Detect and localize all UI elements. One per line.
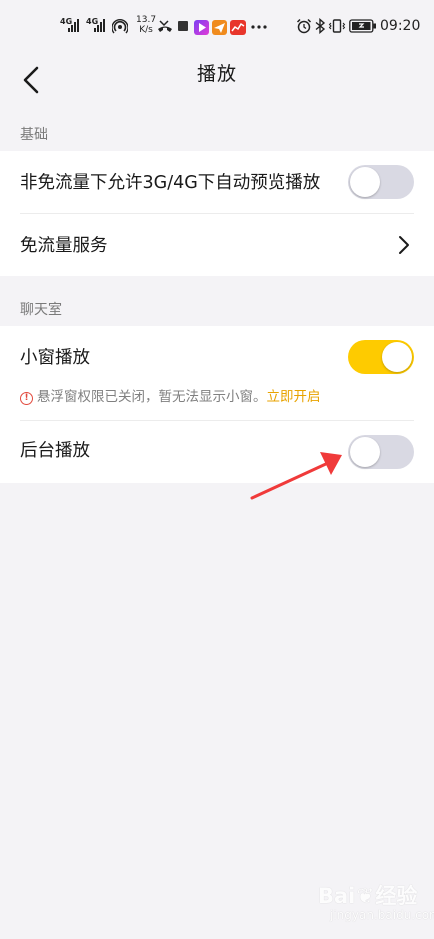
alarm-icon [296,18,312,34]
stock-app-icon [230,20,246,35]
baidu-watermark: Bai❦经验 [318,880,417,910]
top-app-bar: 播放 [0,52,434,120]
more-dots-icon [251,25,267,29]
enable-now-link[interactable]: 立即开启 [267,389,321,405]
free-data-service-label: 免流量服务 [20,236,108,256]
paw-logo-icon: ❦ [356,884,375,908]
basic-settings-card: 非免流量下允许3G/4G下自动预览播放 免流量服务 [0,151,434,276]
battery-icon [349,19,376,33]
chevron-right-icon [399,236,409,254]
network-speed-unit: K/s [139,25,153,35]
auto-preview-toggle[interactable] [348,165,414,199]
toggle-knob [350,437,380,467]
background-play-toggle[interactable] [348,435,414,469]
bluetooth-icon [315,18,326,34]
toggle-knob [350,167,380,197]
mini-window-play-toggle[interactable] [348,340,414,374]
section-label-basic: 基础 [20,127,48,143]
status-bar: 4G 4G 13.7 K/s 09:20 [0,0,434,52]
missed-call-icon [158,20,172,32]
network-speed-value: 13.7 [136,15,157,25]
setting-row-mini-window: 小窗播放 [0,326,434,388]
auto-preview-label: 非免流量下允许3G/4G下自动预览播放 [20,173,321,193]
setting-row-background-play: 后台播放 [0,421,434,483]
section-label-chatroom: 聊天室 [20,302,62,318]
status-time: 09:20 [380,18,421,34]
network-speed: 13.7 K/s [136,15,156,35]
page-title: 播放 [196,63,237,85]
watermark-brand-suffix: 经验 [375,884,418,908]
watermark-brand: Bai [318,884,356,908]
play-settings-screen: 4G 4G 13.7 K/s 09:20 播放 基础 非免流量下允许3G/4G下… [0,0,434,939]
signal-2-bars-icon [94,19,105,32]
vibrate-icon [328,19,346,33]
floating-window-permission-notice: ! 悬浮窗权限已关闭，暂无法显示小窗。立即开启 [20,385,321,405]
signal-1-bars-icon [68,19,79,32]
mini-window-play-label: 小窗播放 [20,348,90,368]
toggle-knob [382,342,412,372]
stop-square-icon [178,21,188,31]
exclamation-circle-icon: ! [20,392,33,405]
watermark-url: jingyan.baidu.com [330,908,434,922]
background-play-label: 后台播放 [20,441,90,461]
permission-notice-text: 悬浮窗权限已关闭，暂无法显示小窗。 [37,389,267,405]
setting-row-free-data-service[interactable]: 免流量服务 [0,214,434,276]
paper-plane-app-icon [212,20,227,35]
video-app-icon [194,20,209,35]
setting-row-auto-preview: 非免流量下允许3G/4G下自动预览播放 [0,151,434,213]
hotspot-icon [112,19,128,34]
